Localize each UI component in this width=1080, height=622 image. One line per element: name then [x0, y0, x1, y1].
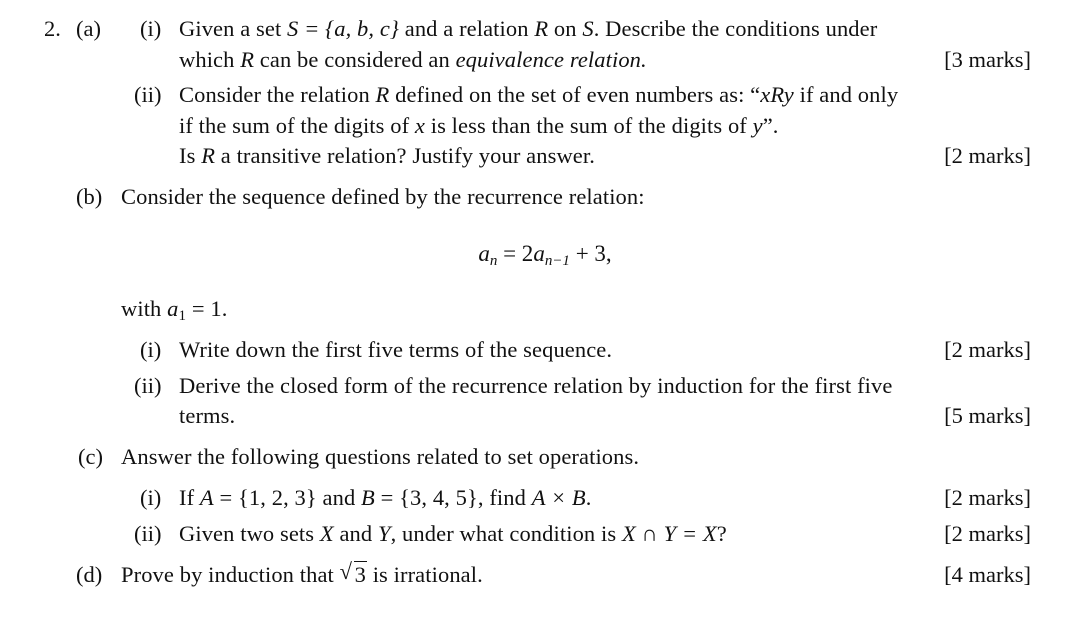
question-number: 2. — [44, 16, 61, 41]
part-c-ii-marks: [2 marks] — [944, 521, 1031, 546]
part-d-label: (d) — [76, 562, 103, 587]
part-b-i-label: (i) — [140, 337, 162, 362]
part-a-i-line-2: which R can be considered an equivalence… — [179, 47, 647, 72]
recurrence-equation: an = 2an−1 + 3, — [478, 241, 612, 269]
part-c-intro: Answer the following questions related t… — [121, 444, 640, 469]
part-c-i-marks: [2 marks] — [944, 485, 1031, 510]
part-c-i-label: (i) — [140, 485, 162, 510]
part-a-label: (a) — [76, 16, 101, 41]
part-c-label: (c) — [78, 444, 103, 469]
part-a-i-line-1: Given a set S = {a, b, c} and a relation… — [179, 16, 878, 41]
part-b-ii-marks: [5 marks] — [944, 403, 1031, 428]
square-root-3: √ 3 — [339, 559, 367, 587]
part-c-ii-text: Given two sets X and Y, under what condi… — [179, 521, 727, 546]
part-b-ii-line-2: terms. — [179, 403, 236, 428]
part-b-ii-label: (ii) — [134, 373, 162, 398]
part-a-i-marks: [3 marks] — [944, 47, 1031, 72]
part-b-ii-line-1: Derive the closed form of the recurrence… — [179, 373, 893, 398]
initial-condition: with a1 = 1. — [121, 296, 228, 324]
part-a-ii-marks: [2 marks] — [944, 143, 1031, 168]
part-b-intro: Consider the sequence defined by the rec… — [121, 184, 645, 209]
part-a-i-label: (i) — [140, 16, 162, 41]
part-d-text: Prove by induction that √ 3 is irrational… — [121, 559, 483, 587]
exam-question-page: 2. (a) (i) Given a set S = {a, b, c} and… — [0, 0, 1080, 622]
part-c-ii-label: (ii) — [134, 521, 162, 546]
part-b-i-text: Write down the first five terms of the s… — [179, 337, 613, 362]
math-set-s: S = {a, b, c} — [287, 16, 400, 41]
part-b-i-marks: [2 marks] — [944, 337, 1031, 362]
emphasis-equivalence-relation: equivalence relation. — [455, 47, 647, 72]
part-c-i-text: If A = {1, 2, 3} and B = {3, 4, 5}, find… — [179, 485, 592, 510]
part-d-marks: [4 marks] — [944, 562, 1031, 587]
part-b-label: (b) — [76, 184, 103, 209]
part-a-ii-label: (ii) — [134, 82, 162, 107]
part-a-ii-line-3: Is R a transitive relation? Justify your… — [179, 143, 595, 168]
part-a-ii-line-1: Consider the relation R defined on the s… — [179, 82, 899, 107]
part-a-ii-line-2: if the sum of the digits of x is less th… — [179, 113, 779, 138]
